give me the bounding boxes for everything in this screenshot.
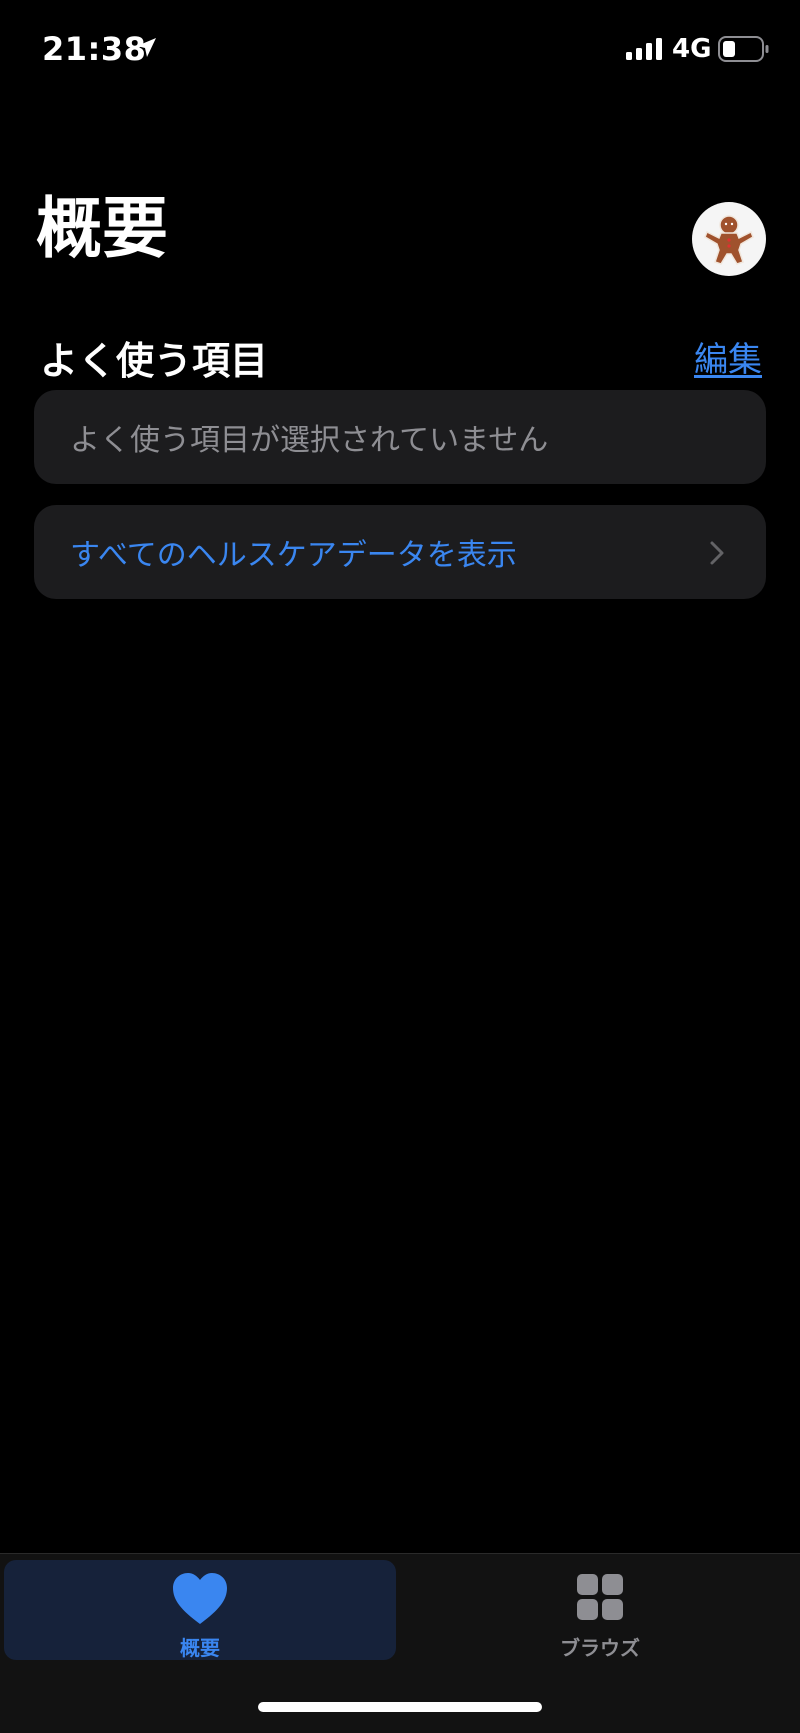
cellular-signal-icon xyxy=(626,38,662,60)
location-arrow-icon xyxy=(137,38,156,57)
show-all-health-data-row[interactable]: すべてのヘルスケアデータを表示 xyxy=(34,505,766,599)
heart-icon xyxy=(173,1573,227,1624)
show-all-health-data-label: すべてのヘルスケアデータを表示 xyxy=(70,538,517,573)
battery-icon xyxy=(718,36,769,62)
chevron-right-icon xyxy=(710,541,724,565)
profile-avatar[interactable] xyxy=(692,202,766,276)
tab-browse[interactable]: ブラウズ xyxy=(404,1560,796,1660)
network-label: 4G xyxy=(672,34,712,64)
tab-bar: 概要 ブラウズ xyxy=(0,1553,800,1733)
status-bar: 21:38 4G xyxy=(0,0,800,100)
favorites-empty-card: よく使う項目が選択されていません xyxy=(34,390,766,484)
favorites-section-title: よく使う項目 xyxy=(40,339,269,383)
page-title: 概要 xyxy=(36,190,168,267)
edit-favorites-link[interactable]: 編集 xyxy=(694,332,762,381)
grid-icon xyxy=(577,1574,623,1620)
status-time: 21:38 xyxy=(42,30,147,68)
favorites-empty-message: よく使う項目が選択されていません xyxy=(70,423,549,458)
home-indicator[interactable] xyxy=(258,1702,542,1712)
tab-summary[interactable]: 概要 xyxy=(4,1560,396,1660)
gingerbread-avatar-icon xyxy=(704,215,754,265)
tab-browse-label: ブラウズ xyxy=(560,1636,640,1660)
tab-summary-label: 概要 xyxy=(180,1636,220,1660)
